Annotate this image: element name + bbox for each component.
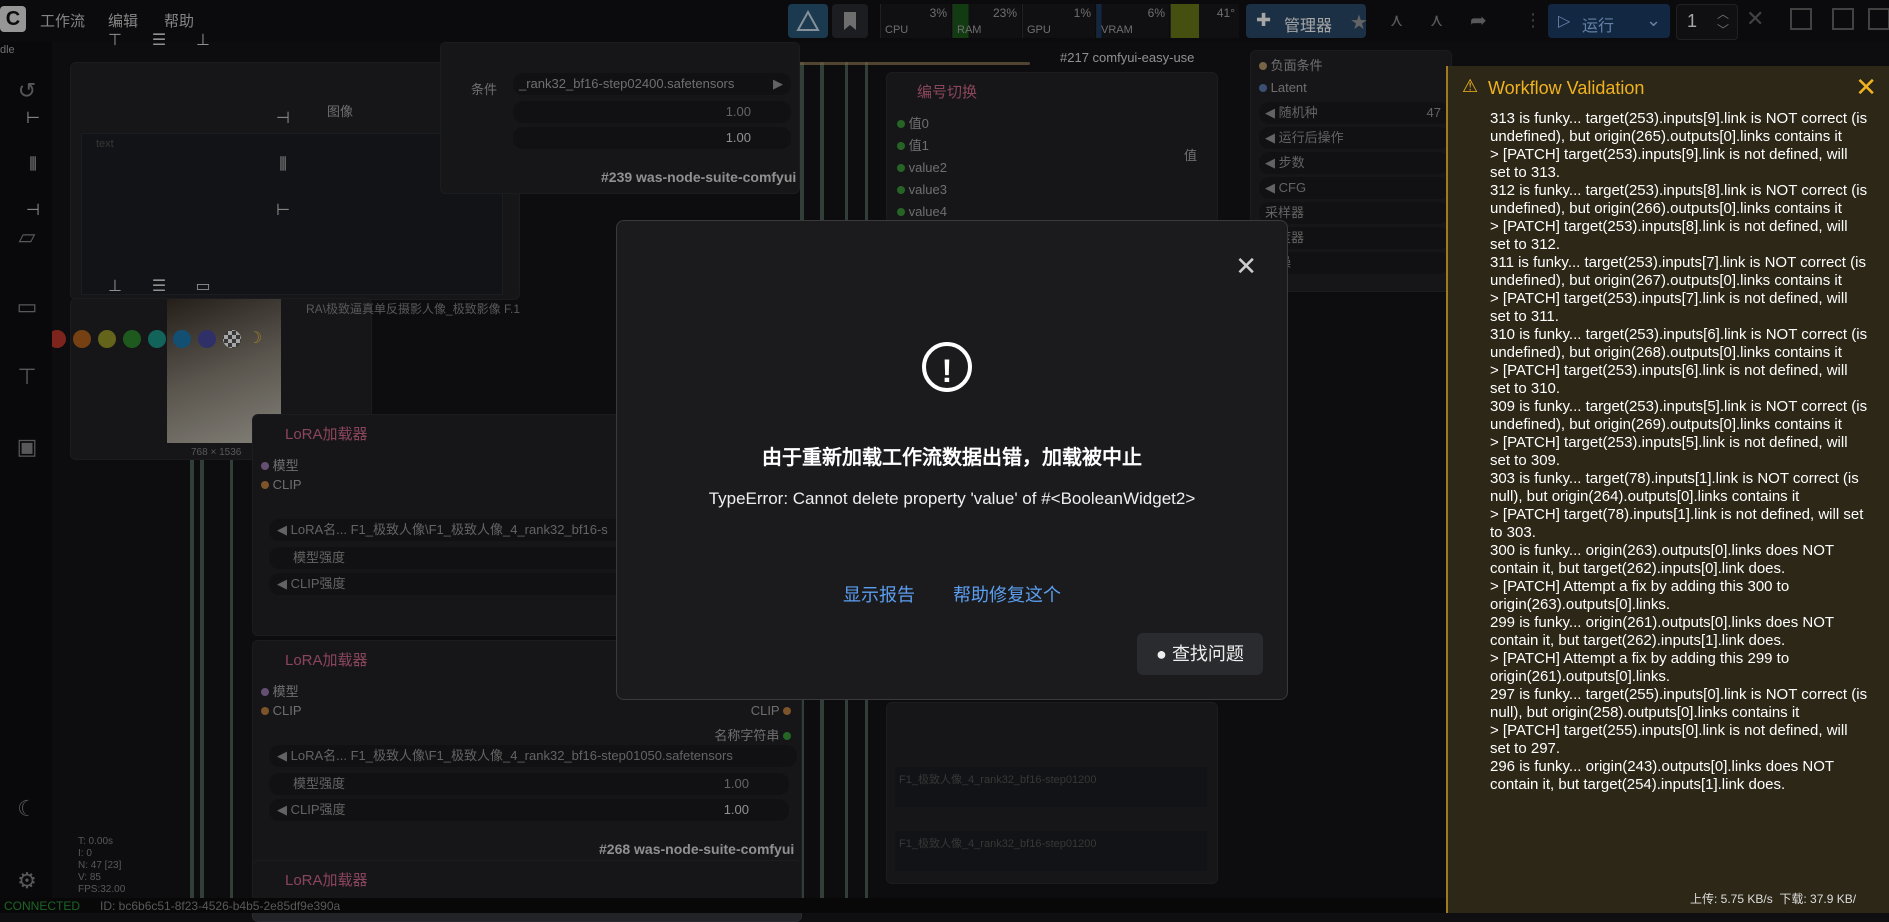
validation-log-line: > [PATCH] Attempt a fix by adding this 3… [1490,578,1790,613]
validation-log-line: > [PATCH] target(78).inputs[1].link is n… [1490,506,1864,541]
dialog-close-icon[interactable]: ✕ [1235,251,1257,282]
validation-log-line: 299 is funky... origin(261).outputs[0].l… [1490,614,1834,649]
validation-log-line: 297 is funky... target(255).inputs[0].li… [1490,686,1868,721]
help-fix-link[interactable]: 帮助修复这个 [953,581,1061,607]
dialog-title: 由于重新加载工作流数据出错，加载被中止 [762,447,1142,469]
validation-log-line: 312 is funky... target(253).inputs[8].li… [1490,182,1868,217]
validation-log-line: 296 is funky... origin(243).outputs[0].l… [1490,758,1834,793]
validation-log-line: 311 is funky... target(253).inputs[7].li… [1490,254,1866,289]
exclamation-icon: ! [922,342,972,392]
dialog-error-message: TypeError: Cannot delete property 'value… [708,489,1196,508]
validation-log-line: > [PATCH] Attempt a fix by adding this 2… [1490,650,1790,685]
validation-log-line: > [PATCH] target(253).inputs[7].link is … [1490,290,1848,325]
validation-log: 313 is funky... target(253).inputs[9].li… [1490,110,1870,794]
validation-log-line: > [PATCH] target(253).inputs[6].link is … [1490,362,1848,397]
find-issue-button[interactable]: ● 查找问题 [1137,633,1263,675]
validation-log-line: > [PATCH] target(253).inputs[8].link is … [1490,218,1848,253]
validation-title: Workflow Validation [1488,78,1645,98]
workflow-validation-panel: ⚠ Workflow Validation ✕ 313 is funky... … [1446,66,1889,913]
warning-icon: ⚠ [1462,76,1479,96]
show-report-link[interactable]: 显示报告 [843,581,915,607]
validation-log-line: 310 is funky... target(253).inputs[6].li… [1490,326,1868,361]
network-speed: 上传: 5.75 KB/s 下载: 37.9 KB/ [1690,892,1857,906]
validation-log-line: 303 is funky... target(78).inputs[1].lin… [1490,470,1859,505]
validation-header: ⚠ Workflow Validation ✕ [1448,66,1889,110]
validation-log-line: > [PATCH] target(253).inputs[5].link is … [1490,434,1848,469]
validation-log-line: 313 is funky... target(253).inputs[9].li… [1490,110,1868,145]
error-dialog: ✕ ! 由于重新加载工作流数据出错，加载被中止 TypeError: Canno… [616,220,1288,700]
validation-close-icon[interactable]: ✕ [1855,72,1877,103]
validation-log-line: 309 is funky... target(253).inputs[5].li… [1490,398,1868,433]
validation-log-line: > [PATCH] target(255).inputs[0].link is … [1490,722,1848,757]
validation-log-line: > [PATCH] target(253).inputs[9].link is … [1490,146,1848,181]
validation-log-line: 300 is funky... origin(263).outputs[0].l… [1490,542,1834,577]
github-icon: ● [1156,644,1167,664]
